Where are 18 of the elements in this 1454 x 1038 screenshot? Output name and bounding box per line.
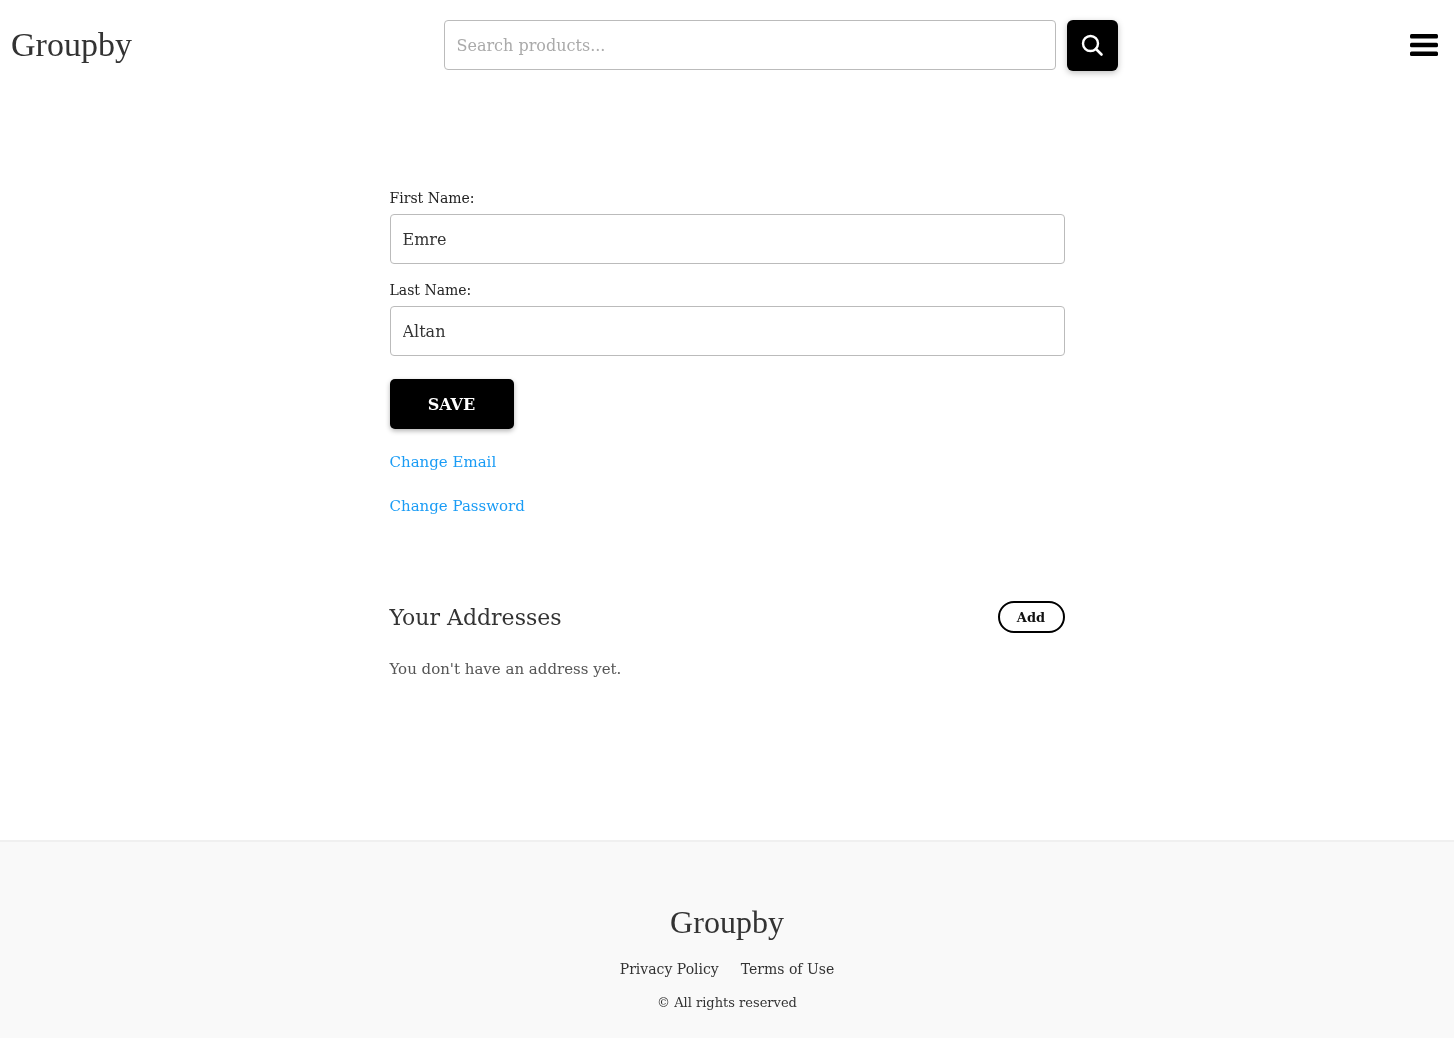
text-field[interactable]: Emre <box>389 214 1065 264</box>
save-button[interactable]: SAVE <box>389 379 514 429</box>
search-field[interactable]: Search products... <box>443 20 1056 70</box>
search-button[interactable] <box>1066 19 1118 71</box>
section-title: Your Addresses <box>389 604 562 630</box>
copyright-text: © All rights reserved <box>657 995 797 1010</box>
footer-link[interactable]: Privacy Policy <box>619 961 719 977</box>
text-field[interactable]: Altan <box>389 306 1065 356</box>
menu-icon <box>1410 33 1438 57</box>
search-icon <box>1080 33 1104 57</box>
footer-logo: Groupby <box>670 904 784 941</box>
footer-link[interactable]: Terms of Use <box>740 961 835 977</box>
field-label: First Name: <box>389 190 476 206</box>
logo[interactable]: Groupby <box>11 26 311 64</box>
field-label: Last Name: <box>389 282 473 298</box>
menu-button[interactable] <box>1410 33 1438 57</box>
add-button[interactable]: Add <box>997 601 1065 633</box>
empty-message: You don't have an address yet. <box>389 660 623 678</box>
